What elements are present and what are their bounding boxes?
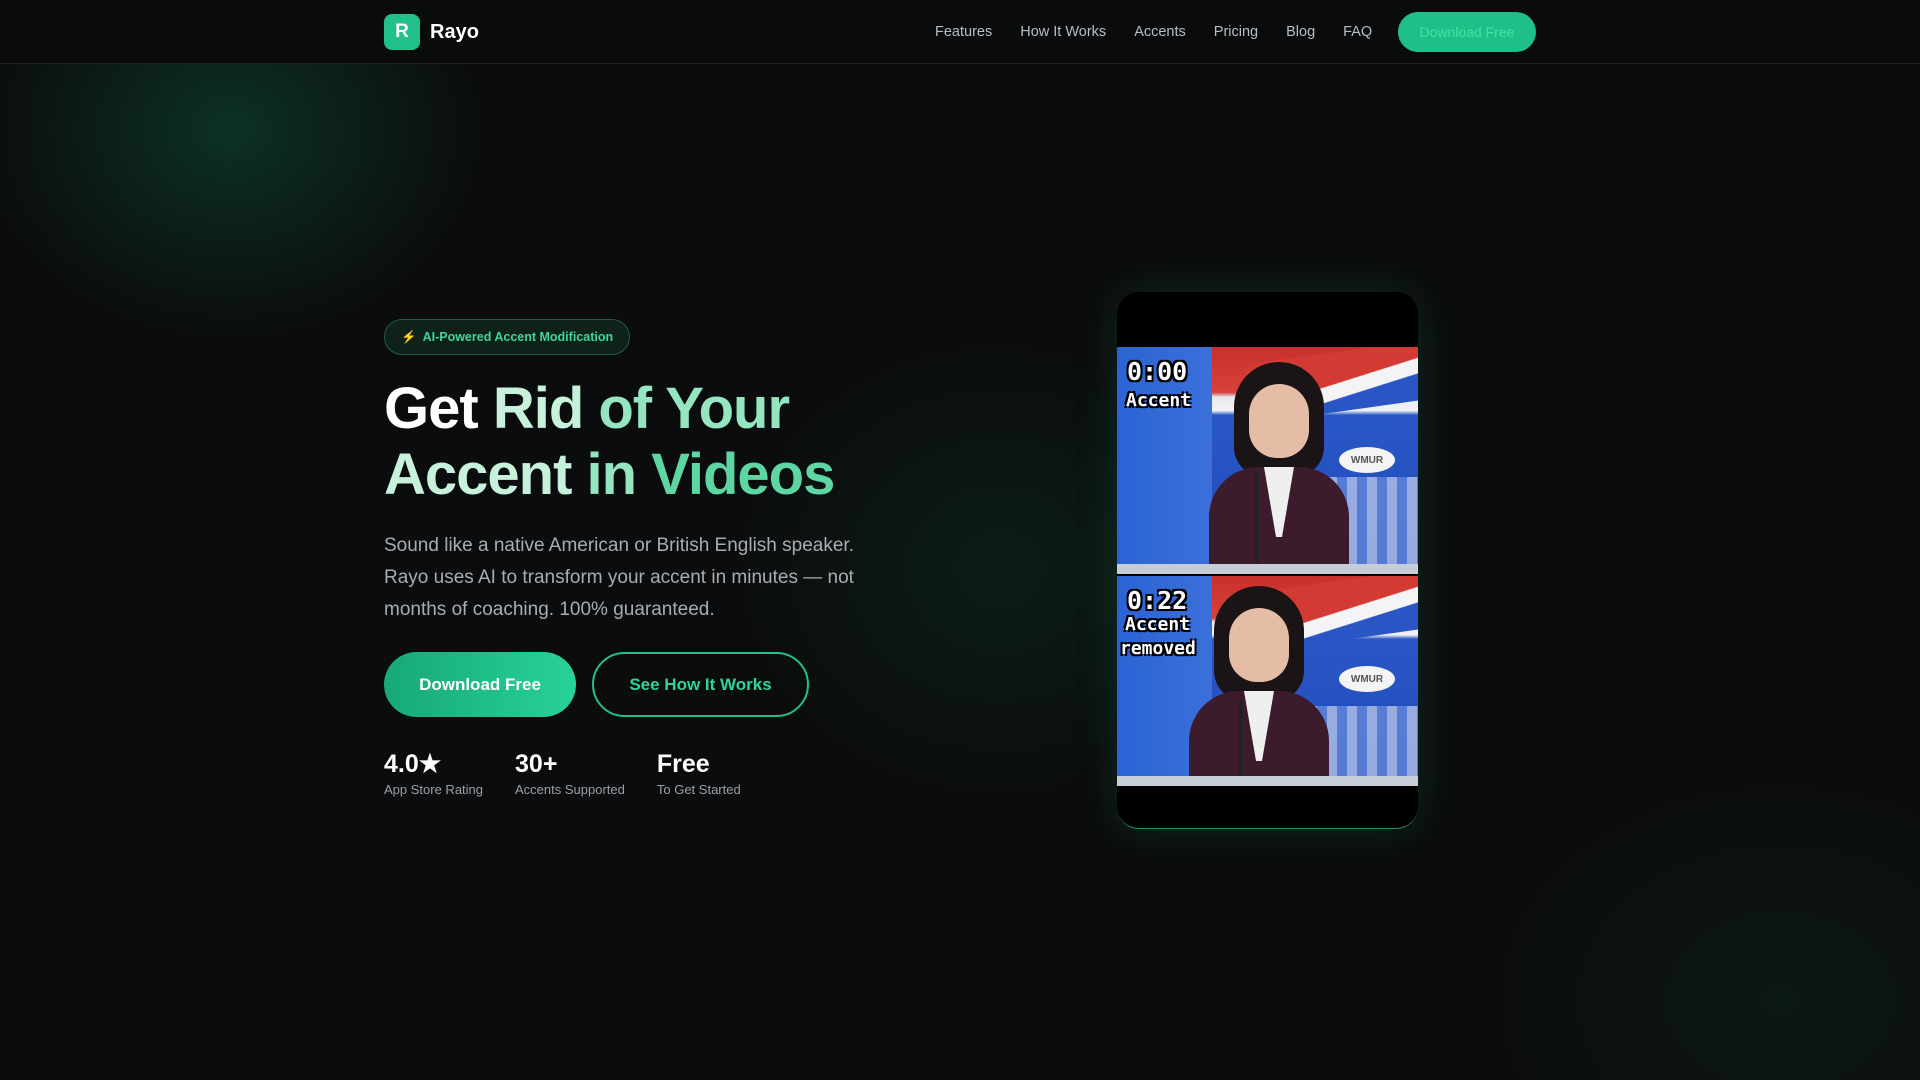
download-free-button[interactable]: Download Free <box>384 652 576 717</box>
brand-name: Rayo <box>430 20 479 43</box>
hero-badge: ⚡ AI-Powered Accent Modification <box>384 319 631 355</box>
headline-word: Your <box>665 376 790 441</box>
station-logo: WMUR <box>1339 666 1395 692</box>
stat-rating: 4.0★ App Store Rating <box>384 748 483 797</box>
microphone <box>1255 472 1259 572</box>
stat-label: Accents Supported <box>515 782 625 797</box>
video-frame-after: WMUR 0:22 Accent removed <box>1117 576 1418 786</box>
video-timestamp: 0:00 <box>1127 357 1188 386</box>
background-glow <box>0 0 1920 1080</box>
hero-subtitle: Sound like a native American or British … <box>384 535 854 620</box>
headline-word: Rid <box>492 376 584 441</box>
headline-word: Get <box>384 376 479 441</box>
logo-mark: R <box>384 14 420 50</box>
see-how-it-works-button[interactable]: See How It Works <box>592 652 809 717</box>
nav-link-faq[interactable]: FAQ <box>1343 24 1372 40</box>
nav-link-pricing[interactable]: Pricing <box>1214 24 1258 40</box>
top-navbar: R Rayo Features How It Works Accents Pri… <box>0 0 1920 64</box>
lightning-icon: ⚡ <box>401 329 417 344</box>
headline-word: of <box>598 376 652 441</box>
stat-free: Free To Get Started <box>657 748 741 797</box>
stat-value: Free <box>656 750 710 778</box>
badge-text: AI-Powered Accent Modification <box>422 330 614 344</box>
nav-download-button[interactable]: Download Free <box>1398 12 1536 52</box>
stat-label: To Get Started <box>656 782 741 797</box>
brand-logo[interactable]: R Rayo <box>384 14 479 50</box>
hero-stats: 4.0★ App Store Rating 30+ Accents Suppor… <box>384 748 773 797</box>
video-caption: Accent <box>1126 390 1192 411</box>
nav-link-accents[interactable]: Accents <box>1134 24 1186 40</box>
headline-word: in <box>586 442 638 507</box>
stat-value: 30+ <box>515 750 558 778</box>
headline-word: Accent <box>384 442 572 507</box>
nav-link-blog[interactable]: Blog <box>1286 24 1315 40</box>
speaker-face <box>1229 608 1289 682</box>
hero-headline: Get Rid of Your Accent in Videos <box>384 376 835 508</box>
speaker-figure <box>1209 362 1349 574</box>
headline-word: Videos <box>651 442 835 507</box>
podium <box>1117 776 1418 786</box>
video-caption: removed <box>1120 638 1196 659</box>
stat-accents: 30+ Accents Supported <box>515 748 625 797</box>
podium <box>1117 564 1418 574</box>
stat-value: 4.0★ <box>384 750 442 778</box>
video-timestamp: 0:22 <box>1127 586 1188 615</box>
stat-label: App Store Rating <box>384 782 484 797</box>
nav-link-how-it-works[interactable]: How It Works <box>1020 24 1106 40</box>
microphone <box>1239 701 1243 786</box>
nav-links: Features How It Works Accents Pricing Bl… <box>935 0 1372 64</box>
speaker-figure <box>1189 586 1329 786</box>
nav-link-features[interactable]: Features <box>935 24 992 40</box>
speaker-face <box>1249 384 1309 458</box>
video-caption: Accent <box>1125 614 1191 635</box>
video-frame-before: WMUR 0:00 Accent <box>1117 347 1418 574</box>
phone-video-preview[interactable]: WMUR 0:00 Accent WMUR 0:22 Accent remove… <box>1117 292 1418 829</box>
